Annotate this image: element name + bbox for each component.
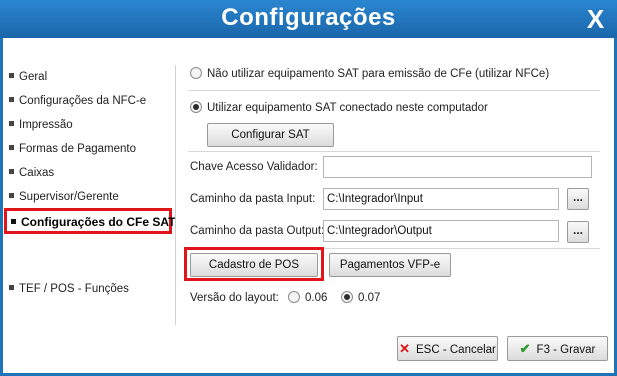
chave-acesso-label: Chave Acesso Validador: [190,161,318,173]
output-path-label: Caminho da pasta Output: [190,225,325,237]
close-icon: ✕ [399,341,410,356]
sidebar-item-label: Caixas [19,167,55,179]
section-divider [188,90,600,91]
sidebar-item-label: TEF / POS - Funções [19,283,129,295]
input-path-label: Caminho da pasta Input: [190,193,316,205]
bullet-icon [9,193,14,199]
bullet-icon [9,97,14,103]
save-button[interactable]: ✔ F3 - Gravar [507,336,608,361]
bullet-icon [9,169,14,175]
pagamentos-vfp-button[interactable]: Pagamentos VFP-e [329,253,451,277]
sidebar-item-supervisor-gerente[interactable]: Supervisor/Gerente [9,188,119,206]
cancel-button-label: ESC - Cancelar [416,344,496,356]
close-button[interactable]: X [574,2,617,36]
sidebar-item-label: Formas de Pagamento [19,143,136,155]
configuracoes-window: Configurações X Geral Configurações da N… [0,0,617,376]
sidebar-item-tef-pos-funcoes[interactable]: TEF / POS - Funções [9,280,129,298]
sidebar-item-label: Supervisor/Gerente [19,191,119,203]
radio-no-sat-label: Não utilizar equipamento SAT para emissã… [207,68,550,80]
window-body: Geral Configurações da NFC-e Impressão F… [3,38,614,373]
browse-input-button[interactable]: ... [567,188,589,210]
window-title: Configurações [221,4,396,31]
layout-version-007[interactable]: 0.07 [341,290,380,306]
sidebar-item-label: Configurações da NFC-e [19,95,147,107]
cancel-button[interactable]: ✕ ESC - Cancelar [397,336,498,361]
sidebar-item-label: Configurações do CFe SAT [21,215,176,229]
sidebar: Geral Configurações da NFC-e Impressão F… [3,38,176,373]
bullet-icon [9,73,14,79]
layout-version-006-label: 0.06 [305,292,328,304]
radio-button-selected-icon[interactable] [190,100,202,113]
sidebar-item-impressao[interactable]: Impressão [9,116,73,134]
output-path-field[interactable]: C:\Integrador\Output [323,220,559,242]
bullet-icon [11,219,16,225]
sidebar-item-caixas[interactable]: Caixas [9,164,54,182]
radio-button-icon[interactable] [288,290,300,303]
sidebar-item-label: Geral [19,71,48,83]
radio-button-icon[interactable] [190,66,202,79]
radio-use-sat[interactable]: Utilizar equipamento SAT conectado neste… [190,100,488,116]
radio-button-selected-icon[interactable] [341,290,353,303]
bullet-icon [9,145,14,151]
title-bar: Configurações X [0,0,617,38]
sidebar-item-label: Impressão [19,119,73,131]
section-divider [188,151,600,152]
sidebar-item-formas-pagamento[interactable]: Formas de Pagamento [9,140,136,158]
sidebar-item-geral[interactable]: Geral [9,68,47,86]
chave-acesso-input[interactable] [323,156,592,178]
sidebar-divider [175,65,176,325]
input-path-field[interactable]: C:\Integrador\Input [323,188,559,210]
bullet-icon [9,121,14,127]
radio-use-sat-label: Utilizar equipamento SAT conectado neste… [207,102,488,114]
check-icon: ✔ [519,341,531,356]
save-button-label: F3 - Gravar [536,344,596,356]
sidebar-item-configuracoes-cfe-sat[interactable]: Configurações do CFe SAT [4,208,176,234]
cadastro-pos-button[interactable]: Cadastro de POS [190,253,318,277]
layout-version-006[interactable]: 0.06 [288,290,327,306]
sidebar-item-configuracoes-nfce[interactable]: Configurações da NFC-e [9,92,146,110]
radio-no-sat[interactable]: Não utilizar equipamento SAT para emissã… [190,66,549,82]
bullet-icon [9,285,14,291]
configure-sat-button[interactable]: Configurar SAT [207,123,334,147]
layout-version-label: Versão do layout: [190,292,279,304]
layout-version-007-label: 0.07 [358,292,381,304]
browse-output-button[interactable]: ... [567,221,589,243]
